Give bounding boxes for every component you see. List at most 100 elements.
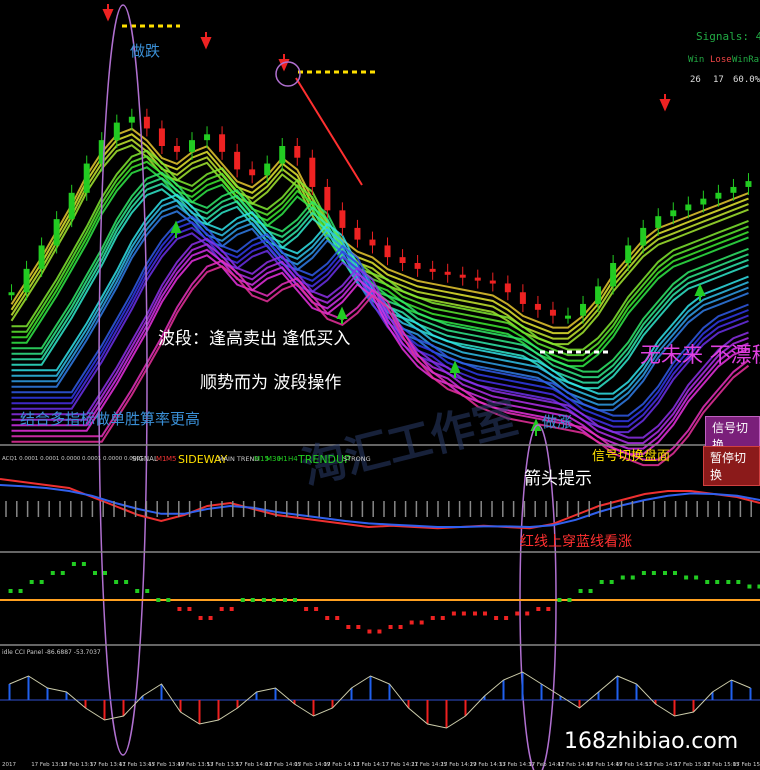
candle <box>549 309 556 316</box>
trend-dot <box>684 575 689 580</box>
trend-dot <box>60 571 65 575</box>
trend-dot <box>620 575 625 580</box>
candle <box>143 116 150 129</box>
trend-dot <box>187 607 192 611</box>
candle <box>309 157 316 187</box>
trend-dot <box>283 598 287 602</box>
candle <box>685 204 692 211</box>
candle <box>173 146 180 152</box>
trend-dot <box>578 589 583 593</box>
candle <box>204 134 211 141</box>
peak-circle <box>275 61 301 87</box>
trend-dot <box>409 620 414 625</box>
trend-dot <box>240 598 245 602</box>
x-tick-label: 2017 <box>2 762 16 768</box>
trend-dot <box>747 584 752 589</box>
signals-header-winrate: WinRate <box>732 55 760 65</box>
candle <box>489 280 496 284</box>
candle <box>504 283 511 293</box>
x-tick-label: 17 Feb 15:09 <box>733 762 760 768</box>
trend-dot <box>494 616 499 620</box>
trend-dot <box>208 616 213 620</box>
candle <box>519 292 526 304</box>
signals-count: Signals: 43 <box>696 30 760 43</box>
trend-dot <box>367 629 372 634</box>
candle <box>324 186 331 211</box>
trend-dot <box>198 616 203 620</box>
trend-dot <box>609 580 614 584</box>
trend-dot <box>694 575 699 580</box>
candle <box>414 263 421 269</box>
acq-oscillator-panel <box>0 478 760 530</box>
trend-arrow-line <box>295 77 363 186</box>
trend-dot <box>304 607 309 611</box>
signals-value-win: 26 <box>690 75 701 85</box>
candle <box>444 271 451 275</box>
candle <box>294 146 301 158</box>
trend-dot <box>567 598 572 602</box>
trend-dot <box>377 629 382 634</box>
trend-dot <box>103 571 107 575</box>
trend-dot <box>293 598 297 602</box>
candle <box>369 239 376 246</box>
candle <box>474 277 481 281</box>
signal-switch-panel-note: 信号切换盘面 <box>592 448 670 464</box>
trend-dot <box>483 611 487 616</box>
trading-chart: 2017 17 Feb 13:3317 Feb 13:3717 Feb 13:41… <box>0 4 760 770</box>
x-axis-ticks: 2017 17 Feb 13:3317 Feb 13:3717 Feb 13:41… <box>2 762 760 768</box>
trend-dot <box>546 607 551 611</box>
trend-dot <box>736 580 741 584</box>
trend-dot <box>325 616 330 620</box>
candle <box>655 216 662 228</box>
trend-dot <box>504 616 509 620</box>
trend-dot <box>8 589 13 593</box>
trend-dot <box>726 580 731 584</box>
trend-dot <box>335 616 340 620</box>
sell-arrow <box>200 32 212 50</box>
trend-dot <box>673 571 677 575</box>
signals-value-winrate: 60.0% <box>733 75 760 85</box>
trend-dot <box>81 562 86 566</box>
signals-value-lose: 17 <box>713 75 724 85</box>
trend-dot <box>451 611 456 616</box>
candle <box>128 116 135 123</box>
trend-dot <box>145 589 150 593</box>
trend-dot <box>388 625 393 629</box>
trend-dot <box>430 616 435 620</box>
trend-dot <box>651 571 656 575</box>
candle <box>249 169 256 176</box>
candle <box>459 274 466 278</box>
trend-dot <box>473 611 477 616</box>
multi-indicator-note: 结合多指标做单胜算率更高 <box>20 410 200 428</box>
candle <box>354 227 361 240</box>
trend-dot <box>440 616 445 620</box>
cci-header: idle CCI Panel -86.6887 -53.7037 <box>2 649 101 656</box>
trend-dot <box>525 611 530 616</box>
trend-dot <box>39 580 44 584</box>
trend-dot <box>557 598 562 602</box>
trend-dot <box>135 589 140 593</box>
trend-dot <box>93 571 97 575</box>
trend-dot <box>219 607 224 611</box>
candle <box>670 210 677 217</box>
candle <box>68 192 75 220</box>
candle <box>339 210 346 228</box>
candle <box>595 286 602 304</box>
trend-dot <box>461 611 466 616</box>
candle <box>279 146 286 164</box>
pause-switch-button[interactable]: 暂停切换 <box>703 446 760 486</box>
trend-dot <box>599 580 604 584</box>
candle <box>565 315 571 319</box>
candle <box>534 303 541 310</box>
candle <box>38 245 45 269</box>
trend-dot <box>250 598 255 602</box>
candle <box>580 303 587 316</box>
site-watermark: 168zhibiao.com <box>564 729 738 754</box>
no-repaint-note: 无未来 不漂移 <box>640 343 760 367</box>
candle <box>23 268 30 293</box>
trend-dot <box>271 598 276 602</box>
trend-dot <box>515 611 520 616</box>
candle <box>53 219 60 246</box>
trend-dot <box>18 589 23 593</box>
trend-dot <box>398 625 403 629</box>
